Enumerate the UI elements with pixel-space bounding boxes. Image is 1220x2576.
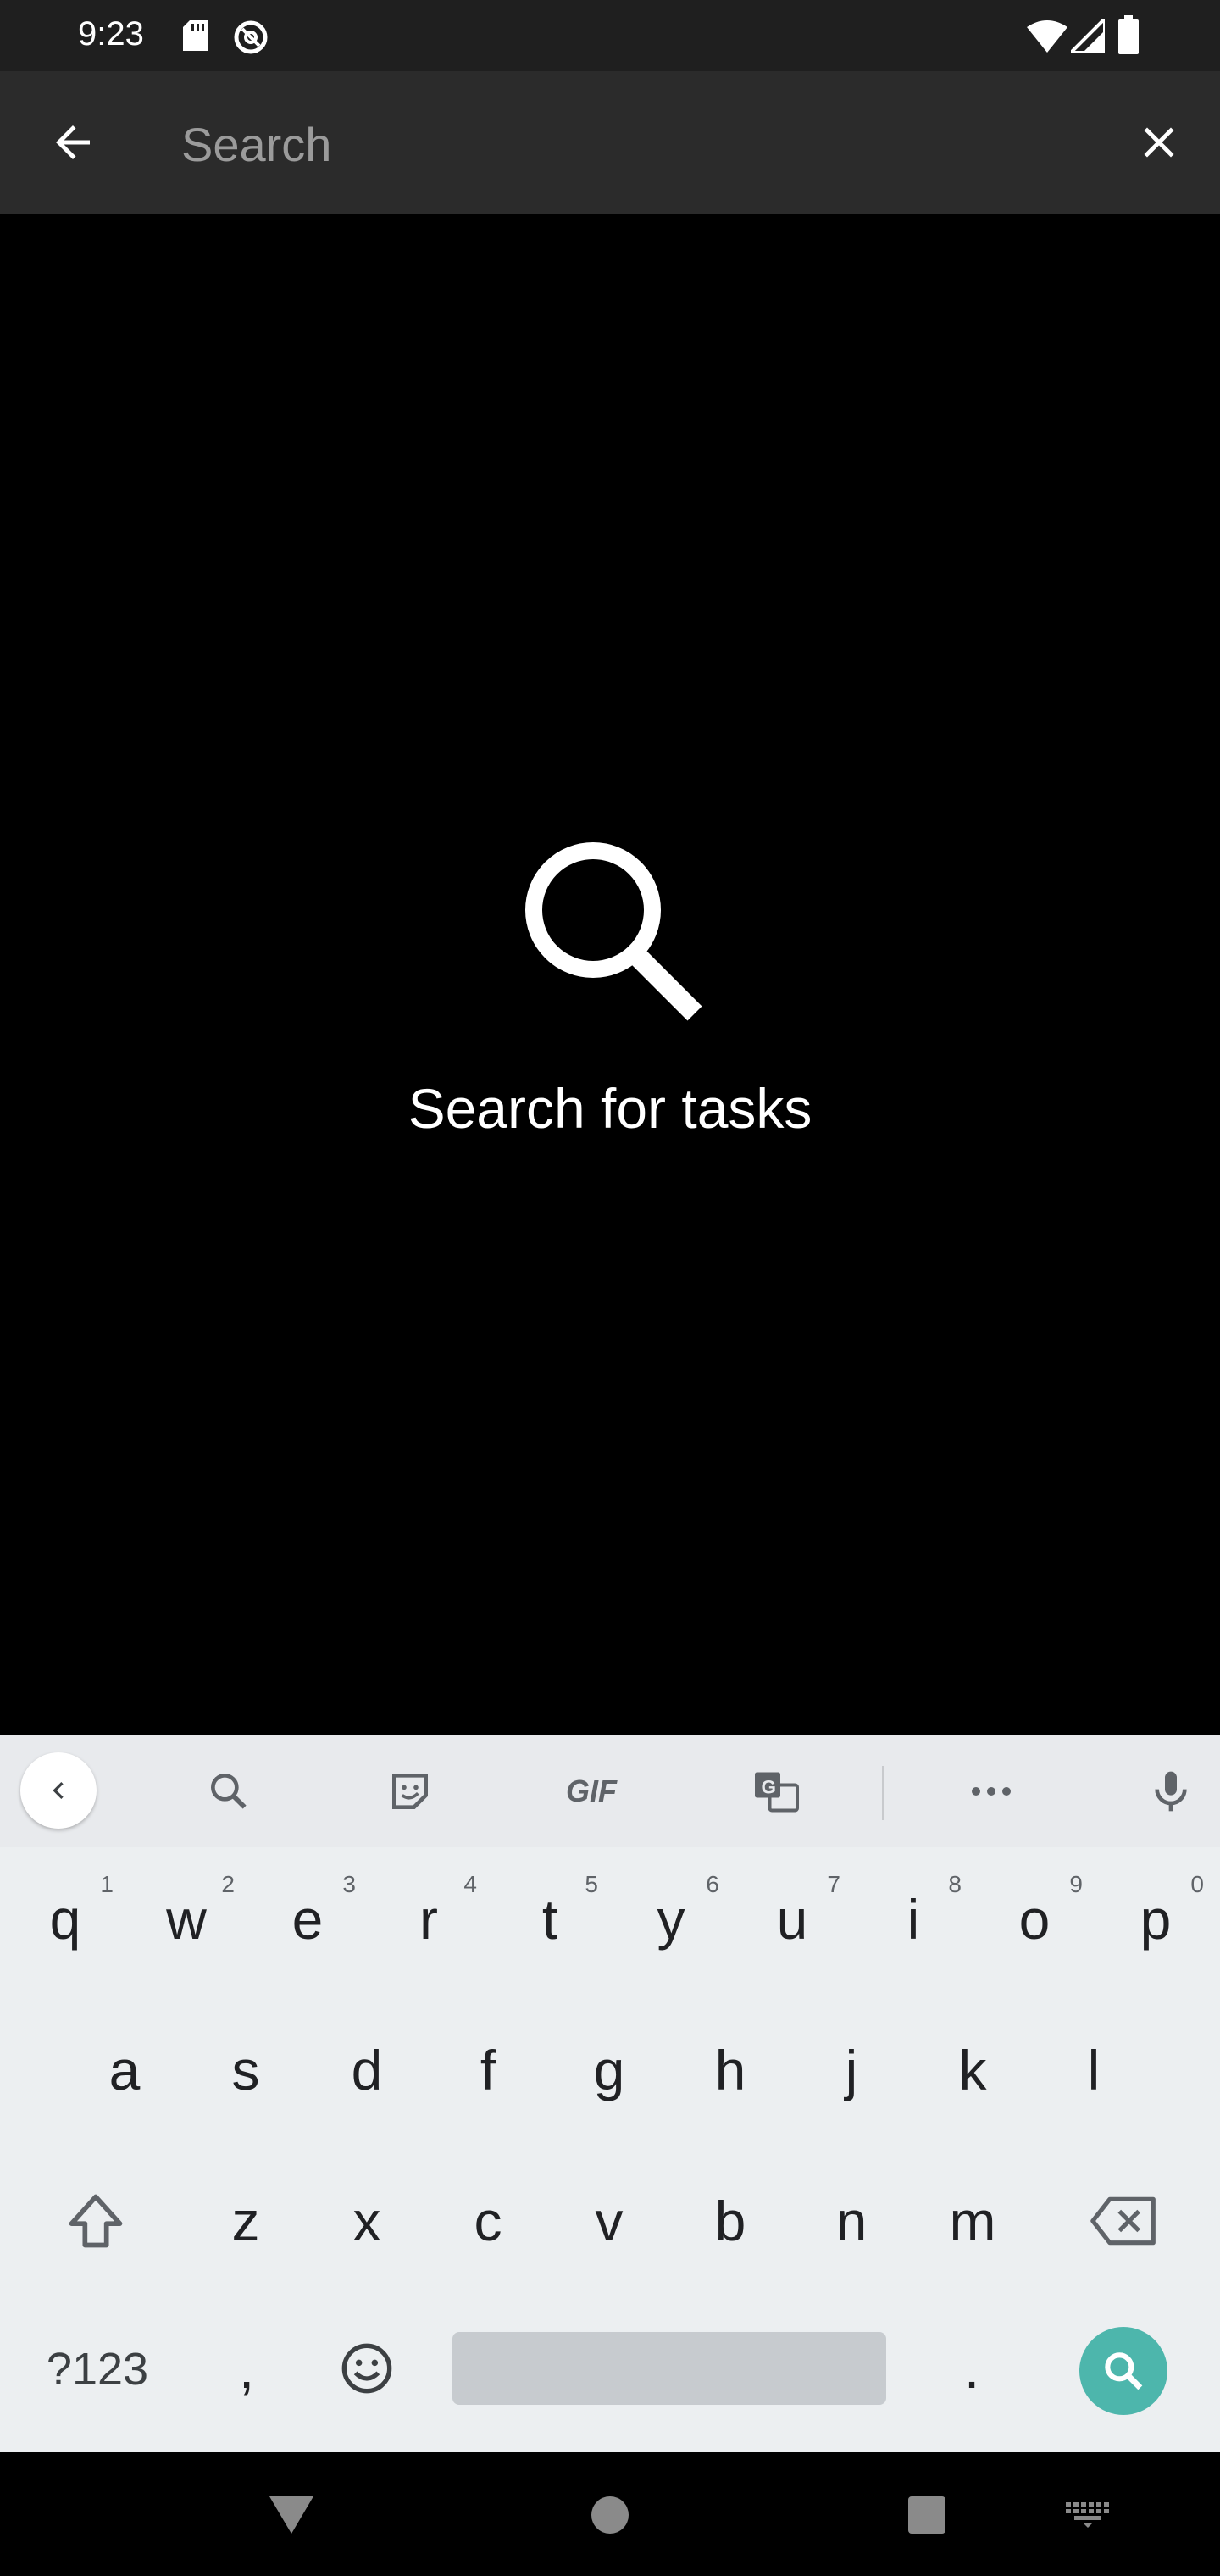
status-time: 9:23 [78, 15, 144, 53]
key-j[interactable]: j [796, 2007, 907, 2134]
key-h[interactable]: h [675, 2007, 785, 2134]
empty-state-message: Search for tasks [408, 1077, 812, 1140]
search-icon [210, 1774, 247, 1809]
key-k[interactable]: k [918, 2007, 1028, 2134]
back-button[interactable] [37, 107, 108, 178]
search-icon [508, 830, 712, 1034]
key-g[interactable]: g [554, 2007, 664, 2134]
emoji-icon [341, 2343, 392, 2394]
emoji-key[interactable] [312, 2305, 422, 2432]
clear-search-button[interactable] [1123, 107, 1195, 178]
key-r[interactable]: r4 [374, 1856, 484, 1983]
key-a[interactable]: a [69, 2007, 180, 2134]
backspace-icon [1090, 2196, 1156, 2246]
wifi-icon [1027, 19, 1068, 53]
battery-icon [1118, 15, 1139, 54]
sticker-icon [392, 1774, 428, 1809]
key-b[interactable]: b [675, 2157, 785, 2285]
keyboard-collapse-button[interactable] [20, 1752, 97, 1829]
more-options-button[interactable] [952, 1752, 1030, 1830]
key-t[interactable]: t5 [495, 1856, 605, 1983]
keyboard-switch-button[interactable] [1052, 2479, 1123, 2551]
space-bar[interactable] [452, 2332, 886, 2405]
comma-key[interactable]: , [191, 2305, 302, 2432]
key-v[interactable]: v [554, 2157, 664, 2285]
key-w[interactable]: w2 [131, 1856, 241, 1983]
key-p[interactable]: p0 [1101, 1856, 1211, 1983]
key-e[interactable]: e3 [252, 1856, 363, 1983]
symbols-key[interactable]: ?123 [25, 2301, 169, 2437]
key-x[interactable]: x [312, 2157, 422, 2285]
key-m[interactable]: m [918, 2157, 1028, 2285]
nav-recents-button[interactable] [891, 2479, 962, 2551]
at-symbol-icon [232, 19, 269, 56]
shift-key[interactable] [41, 2157, 151, 2285]
toolbar-divider [882, 1766, 884, 1820]
arrow-left-icon [56, 125, 90, 159]
search-icon [1105, 2352, 1143, 2390]
cell-signal-icon [1067, 14, 1106, 54]
nav-home-button[interactable] [574, 2479, 646, 2551]
key-f[interactable]: f [433, 2007, 543, 2134]
recents-square-icon [908, 2496, 946, 2534]
sd-card-icon [183, 20, 208, 51]
voice-input-button[interactable] [1132, 1752, 1210, 1830]
svg-text:G: G [762, 1777, 777, 1798]
backspace-key[interactable] [1069, 2157, 1179, 2285]
chevron-left-icon [53, 1782, 64, 1799]
home-circle-icon [591, 2496, 629, 2534]
keyboard-switch-icon [1066, 2502, 1109, 2528]
key-s[interactable]: s [191, 2007, 301, 2134]
key-u[interactable]: u7 [737, 1856, 847, 1983]
shift-arrow-icon [69, 2194, 123, 2248]
key-c[interactable]: c [433, 2157, 543, 2285]
keyboard-search-tool[interactable] [190, 1752, 268, 1830]
period-key[interactable]: . [917, 2305, 1027, 2432]
back-triangle-icon [269, 2496, 313, 2534]
nav-back-button[interactable] [256, 2479, 327, 2551]
key-y[interactable]: y6 [616, 1856, 726, 1983]
translate-icon: G [755, 1772, 799, 1813]
sticker-button[interactable] [371, 1752, 449, 1830]
gif-button[interactable]: GIF [552, 1752, 630, 1830]
more-icon [972, 1787, 1011, 1796]
keyboard-search-button[interactable] [1079, 2327, 1167, 2415]
key-d[interactable]: d [312, 2007, 422, 2134]
key-q[interactable]: q1 [10, 1856, 120, 1983]
search-input[interactable] [181, 110, 1096, 178]
key-z[interactable]: z [191, 2157, 301, 2285]
key-n[interactable]: n [796, 2157, 907, 2285]
close-icon [1144, 127, 1174, 158]
key-l[interactable]: l [1039, 2007, 1149, 2134]
key-o[interactable]: o9 [979, 1856, 1090, 1983]
translate-button[interactable]: G [737, 1752, 815, 1830]
mic-icon [1155, 1771, 1187, 1812]
key-i[interactable]: i8 [858, 1856, 968, 1983]
